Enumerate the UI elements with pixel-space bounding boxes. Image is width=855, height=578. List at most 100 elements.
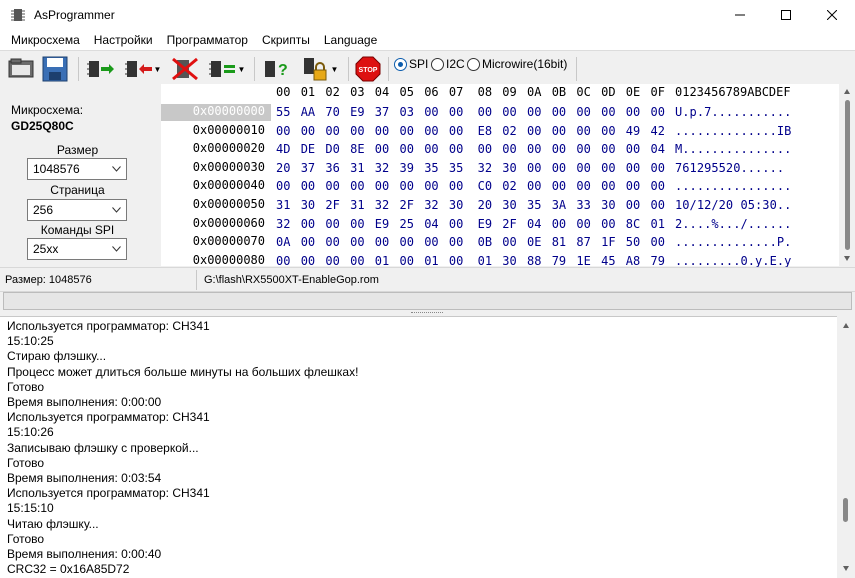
hex-ascii[interactable]: ..............P. <box>675 235 791 249</box>
hex-byte[interactable]: 81 <box>552 235 566 249</box>
hex-ascii[interactable]: M............... <box>675 142 791 156</box>
hex-byte[interactable]: 00 <box>301 217 315 231</box>
hex-byte[interactable]: 00 <box>301 235 315 249</box>
hex-byte[interactable]: 00 <box>325 217 339 231</box>
chip-info-button[interactable]: ? <box>262 55 292 83</box>
hex-byte[interactable]: E9 <box>375 217 389 231</box>
hex-row[interactable]: 0x00000060 32 00 00 00 E9 25 04 00 E9 2F 04 00 00 00 8C… <box>161 216 839 234</box>
hex-byte[interactable]: 00 <box>276 179 290 193</box>
hex-byte[interactable]: 25 <box>400 217 414 231</box>
hex-byte[interactable]: 00 <box>552 217 566 231</box>
hex-byte[interactable]: 00 <box>301 179 315 193</box>
hex-row[interactable]: 0x00000000 55 AA 70 E9 37 03 00 00 00 00 00 00 00 00 00… <box>161 104 839 122</box>
hex-byte[interactable]: 35 <box>449 161 463 175</box>
hex-byte[interactable]: 00 <box>601 179 615 193</box>
hex-byte[interactable]: 3A <box>552 198 566 212</box>
hex-byte[interactable]: 00 <box>424 235 438 249</box>
read-chip-button[interactable] <box>86 55 116 83</box>
hex-byte[interactable]: 4D <box>276 142 290 156</box>
hex-byte[interactable]: 01 <box>478 254 492 268</box>
hex-byte[interactable]: 00 <box>325 235 339 249</box>
hex-byte[interactable]: 0B <box>478 235 492 249</box>
hex-byte[interactable]: 00 <box>400 235 414 249</box>
hex-byte[interactable]: 00 <box>527 105 541 119</box>
hex-byte[interactable]: 00 <box>527 124 541 138</box>
hex-byte[interactable]: 00 <box>424 142 438 156</box>
hex-byte[interactable]: 00 <box>552 179 566 193</box>
hex-byte[interactable]: 04 <box>527 217 541 231</box>
hex-byte[interactable]: 01 <box>651 217 665 231</box>
hex-byte[interactable]: 00 <box>552 142 566 156</box>
menu-scripts[interactable]: Скрипты <box>255 30 317 50</box>
hex-byte[interactable]: 00 <box>626 198 640 212</box>
hex-byte[interactable]: 00 <box>350 179 364 193</box>
hex-byte[interactable]: 00 <box>651 235 665 249</box>
hex-byte[interactable]: 00 <box>276 124 290 138</box>
hex-byte[interactable]: 00 <box>301 124 315 138</box>
hex-byte[interactable]: 00 <box>424 179 438 193</box>
hex-byte[interactable]: 31 <box>350 198 364 212</box>
hex-byte[interactable]: 00 <box>651 105 665 119</box>
hex-byte[interactable]: 00 <box>449 254 463 268</box>
hex-byte[interactable]: 0A <box>276 235 290 249</box>
hex-byte[interactable]: 00 <box>576 161 590 175</box>
hex-byte[interactable]: 0E <box>527 235 541 249</box>
hex-byte[interactable]: 00 <box>350 254 364 268</box>
hex-byte[interactable]: 00 <box>576 142 590 156</box>
menu-programmer[interactable]: Программатор <box>160 30 255 50</box>
hex-byte[interactable]: 00 <box>478 142 492 156</box>
hex-byte[interactable]: 35 <box>527 198 541 212</box>
hex-byte[interactable]: 1E <box>576 254 590 268</box>
hex-byte[interactable]: 00 <box>502 142 516 156</box>
hex-byte[interactable]: 39 <box>400 161 414 175</box>
hex-row[interactable]: 0x00000050 31 30 2F 31 32 2F 32 30 20 30 35 3A 33 30 00… <box>161 197 839 215</box>
hex-byte[interactable]: 49 <box>626 124 640 138</box>
hex-row[interactable]: 0x00000070 0A 00 00 00 00 00 00 00 0B 00 0E 81 87 1F 50… <box>161 234 839 252</box>
hex-byte[interactable]: 00 <box>601 105 615 119</box>
hex-byte[interactable]: 00 <box>350 124 364 138</box>
hex-byte[interactable]: 30 <box>502 254 516 268</box>
hex-byte[interactable]: 55 <box>276 105 290 119</box>
hex-byte[interactable]: 00 <box>651 179 665 193</box>
hex-ascii[interactable]: ..............IB <box>675 124 791 138</box>
hex-editor[interactable]: 00 01 02 03 04 05 06 07 08 09 0A 0B 0C 0D 0E 0F 01234567… <box>161 84 839 268</box>
hex-byte[interactable]: 88 <box>527 254 541 268</box>
hex-byte[interactable]: 32 <box>375 161 389 175</box>
hex-byte[interactable]: 42 <box>651 124 665 138</box>
hex-byte[interactable]: 8E <box>350 142 364 156</box>
hex-byte[interactable]: 00 <box>325 254 339 268</box>
hex-byte[interactable]: 00 <box>400 254 414 268</box>
hex-byte[interactable]: 00 <box>424 124 438 138</box>
hex-byte[interactable]: E9 <box>478 217 492 231</box>
hex-byte[interactable]: 00 <box>552 124 566 138</box>
hex-byte[interactable]: 00 <box>651 161 665 175</box>
size-select[interactable]: 1048576 <box>27 158 127 180</box>
hex-byte[interactable]: 37 <box>301 161 315 175</box>
hex-byte[interactable]: 04 <box>651 142 665 156</box>
close-button[interactable] <box>809 0 855 30</box>
hex-byte[interactable]: 35 <box>424 161 438 175</box>
hex-byte[interactable]: 00 <box>601 161 615 175</box>
log-scrollbar[interactable] <box>837 316 855 578</box>
hex-byte[interactable]: 00 <box>552 105 566 119</box>
hex-byte[interactable]: 20 <box>478 198 492 212</box>
hex-byte[interactable]: 01 <box>375 254 389 268</box>
hex-byte[interactable]: 30 <box>601 198 615 212</box>
hex-byte[interactable]: 00 <box>527 179 541 193</box>
hex-byte[interactable]: 2F <box>325 198 339 212</box>
hex-row[interactable]: 0x00000010 00 00 00 00 00 00 00 00 E8 02 00 00 00 00 49… <box>161 123 839 141</box>
hex-byte[interactable]: 87 <box>576 235 590 249</box>
hex-byte[interactable]: 02 <box>502 124 516 138</box>
hex-byte[interactable]: 00 <box>601 124 615 138</box>
hex-byte[interactable]: 00 <box>400 179 414 193</box>
hex-byte[interactable]: C0 <box>478 179 492 193</box>
page-select[interactable]: 256 <box>27 199 127 221</box>
hex-byte[interactable]: 31 <box>350 161 364 175</box>
hex-byte[interactable]: 00 <box>552 161 566 175</box>
write-chip-button[interactable]: ▼ <box>122 55 164 83</box>
hex-byte[interactable]: 79 <box>552 254 566 268</box>
protocol-i2c-radio[interactable]: I2C <box>431 56 465 72</box>
hex-byte[interactable]: 00 <box>576 124 590 138</box>
hex-row[interactable]: 0x00000020 4D DE D0 8E 00 00 00 00 00 00 00 00 00 00 00… <box>161 141 839 159</box>
lock-chip-button[interactable]: ▼ <box>298 55 342 83</box>
